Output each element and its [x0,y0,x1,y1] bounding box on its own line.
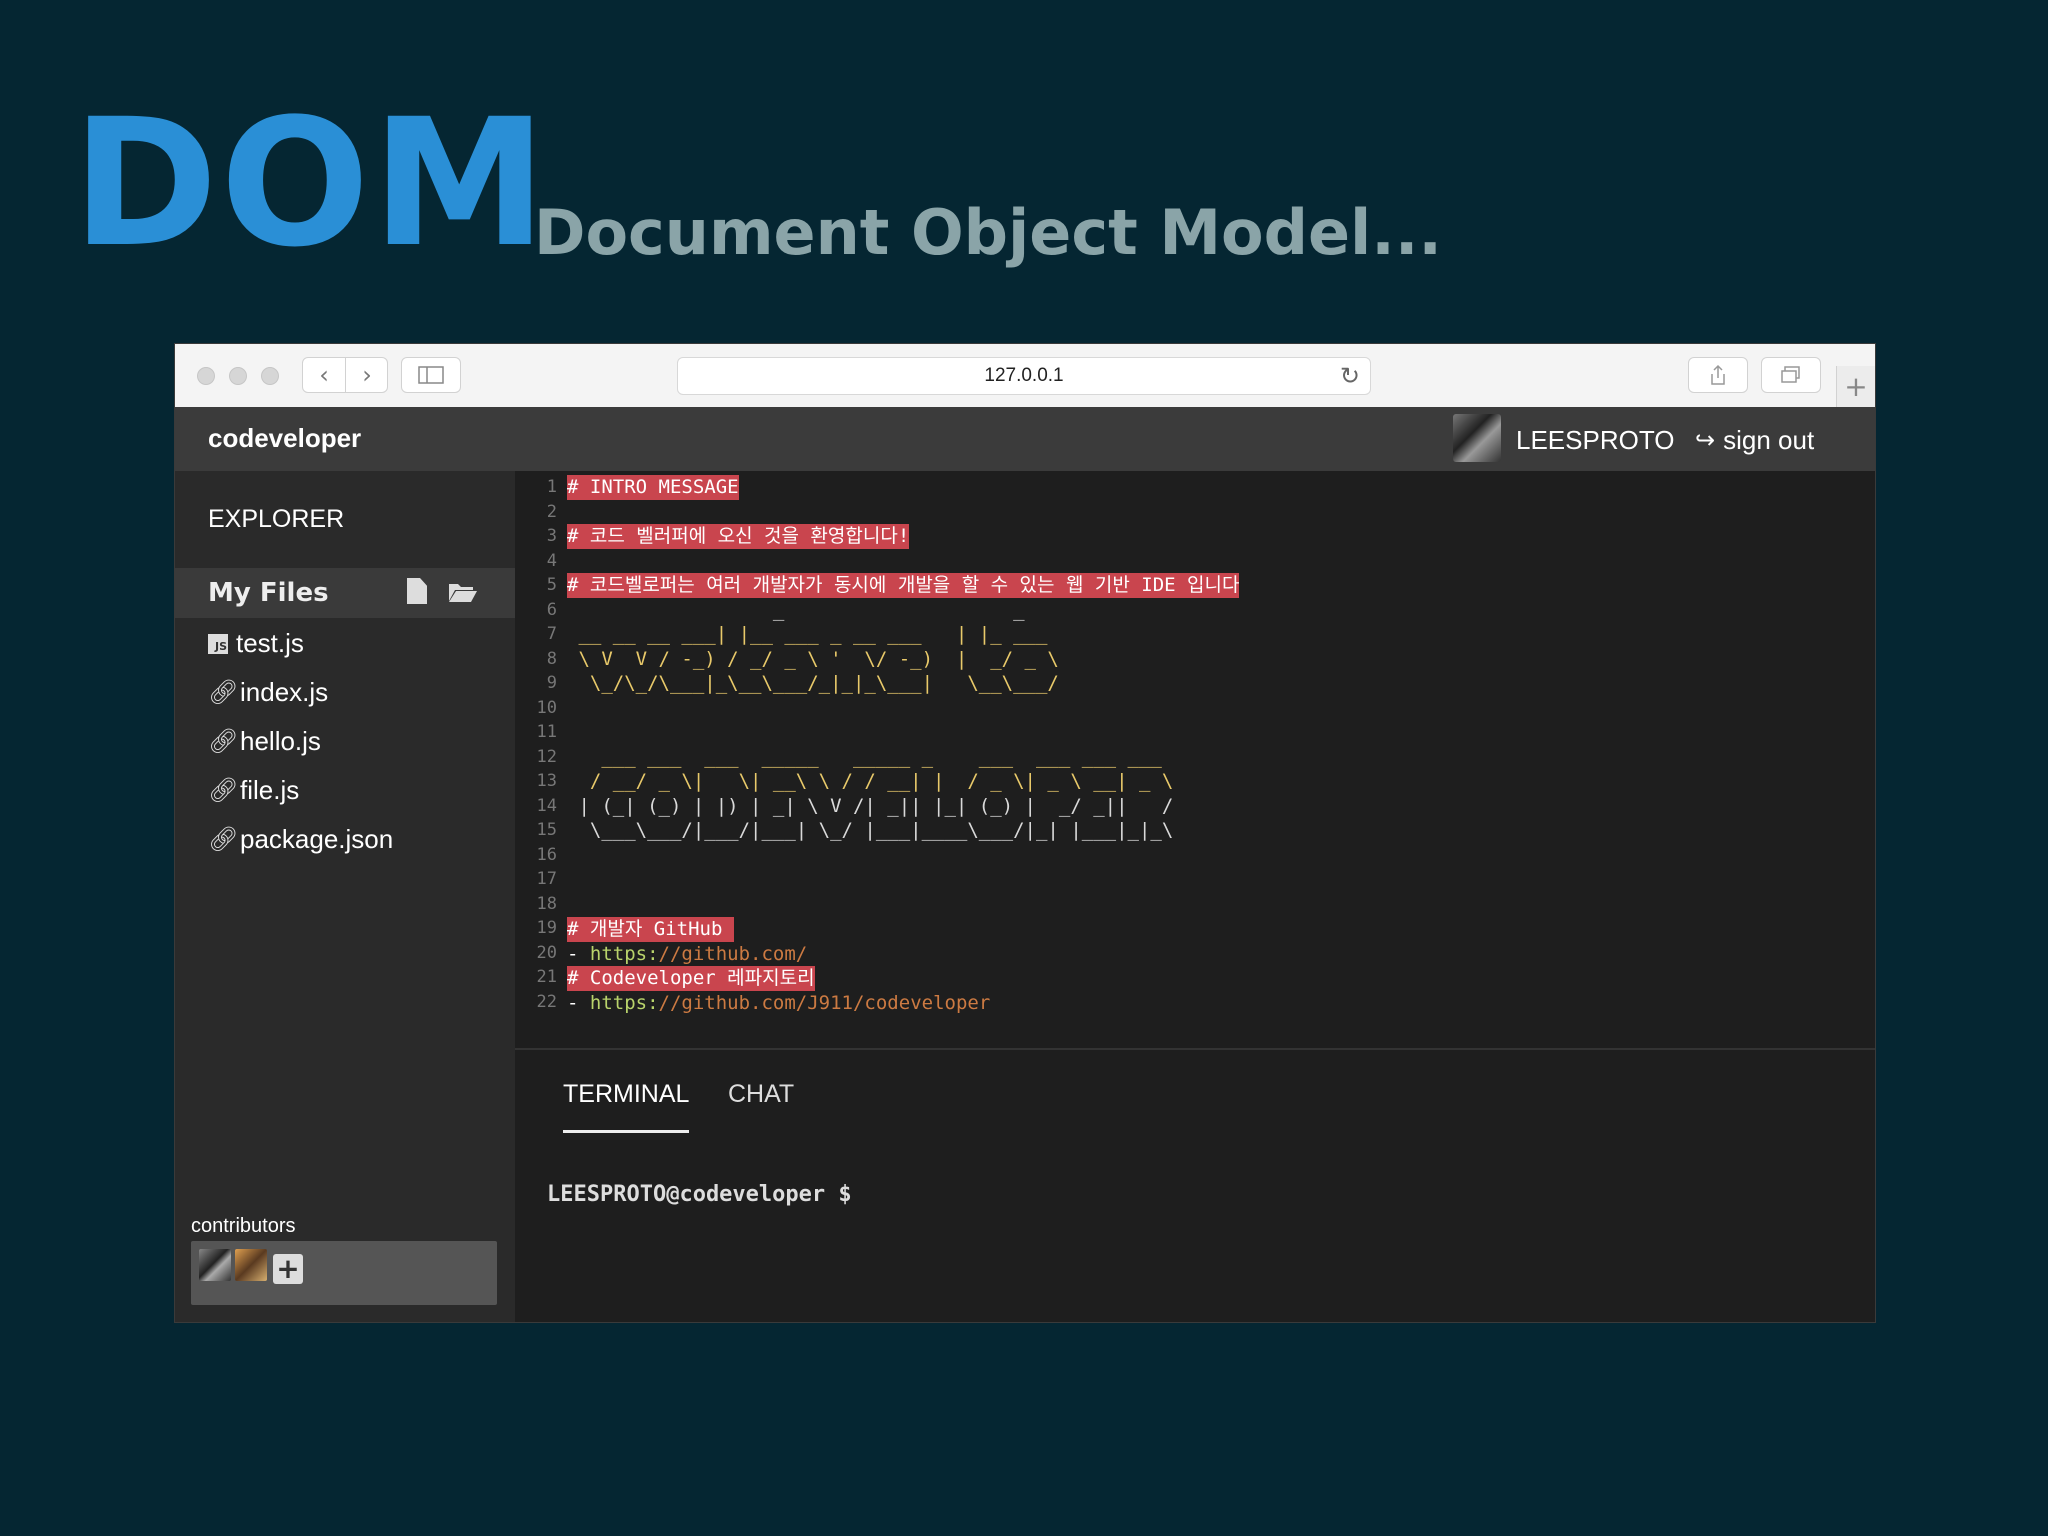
file-name: hello.js [240,726,321,756]
plus-icon: + [276,1252,300,1285]
link-icon: 🔗︎ [208,679,239,706]
new-file-icon[interactable] [407,578,427,604]
code-line: - https://github.com/ [567,943,808,965]
bottom-panel: TERMINAL CHAT LEESPROTO@codeveloper $ [515,1050,1875,1322]
minimize-window-button[interactable] [229,367,247,385]
chevron-left-icon: ‹ [319,361,329,389]
sidebar-icon [418,366,444,384]
brand-logo[interactable]: codeveloper [208,423,361,454]
code-line: # INTRO MESSAGE [567,475,739,500]
ascii-art-line: \___\___/|___/|___| \_/ |___|____\___/|_… [567,819,1174,841]
code-editor[interactable]: 1 2 3 4 5 6 7 8 9 10 11 12 13 14 15 16 17 18 19 20 21 22 # IN… [515,471,1875,1050]
file-item-package-json[interactable]: 🔗︎ package.json [175,815,515,864]
tabs-icon [1781,366,1800,383]
new-folder-icon[interactable] [448,581,478,603]
sidebar-toggle-button[interactable] [401,357,461,393]
chevron-right-icon: › [362,361,372,389]
ascii-art-line: | (_| (_) | |) | _| \ V /| _|| |_| (_) |… [567,795,1174,817]
slide-title: DOM [72,81,549,286]
share-button[interactable] [1688,357,1748,393]
close-window-button[interactable] [197,367,215,385]
contributors-list: + [191,1241,497,1305]
sidebar: EXPLORER My Files JS test.js 🔗︎ index.js… [175,471,515,1322]
code-line: - https://github.com/J911/codeveloper [567,992,991,1014]
line-number: 2 [546,501,557,522]
ascii-art-line: / __/ _ \| \| __\ \ / / __| | / _ \| _ \… [567,770,1174,792]
browser-toolbar: ‹ › 127.0.0.1 ↻ + [175,344,1875,408]
ascii-art-line: \_/\_/\___|_\__\___/_|_|_\___| \__\___/ [567,672,1059,694]
ascii-art-line: __ __ __ ___| |__ ___ _ __ ___ | |_ ___ [567,623,1048,645]
code-line: # Codeveloper 레파지토리 [567,966,815,991]
file-item-hello-js[interactable]: 🔗︎ hello.js [175,717,515,766]
forward-button[interactable]: › [345,358,388,392]
tab-terminal[interactable]: TERMINAL [563,1080,689,1109]
code-line: # 코드벨로퍼는 여러 개발자가 동시에 개발을 할 수 있는 웹 기반 IDE… [567,573,1240,598]
sign-out-button[interactable]: ↪ sign out [1695,425,1814,456]
line-number: 17 [536,869,557,889]
history-nav: ‹ › [302,357,388,393]
my-files-label: My Files [208,578,329,608]
ascii-art-line: _ _ [567,599,1025,621]
file-name: index.js [240,677,329,707]
share-icon [1711,364,1725,385]
file-name: package.json [240,824,394,854]
line-number: 10 [536,697,557,718]
new-tab-button[interactable]: + [1836,366,1875,407]
line-number: 11 [536,722,557,742]
ascii-art-line: \ V V / -_) / _/ _ \ ' \/ -_) | _/ _ \ [567,648,1059,670]
back-button[interactable]: ‹ [303,358,345,392]
app-header: codeveloper LEESPROTO ↪ sign out [175,407,1875,471]
file-item-file-js[interactable]: 🔗︎ file.js [175,766,515,815]
user-avatar[interactable] [1453,414,1501,462]
link-icon: 🔗︎ [208,826,239,853]
terminal-prompt[interactable]: LEESPROTO@codeveloper $ [547,1182,852,1207]
sign-out-icon: ↪ [1695,427,1716,454]
file-name: test.js [236,628,304,658]
explorer-heading: EXPLORER [208,505,345,533]
zoom-window-button[interactable] [261,367,279,385]
reload-icon[interactable]: ↻ [1340,362,1360,391]
sign-out-label: sign out [1723,425,1815,455]
js-file-icon: JS [208,633,228,654]
plus-icon: + [1844,370,1868,403]
line-number: 4 [546,550,557,571]
tab-chat[interactable]: CHAT [728,1080,794,1109]
link-icon: 🔗︎ [208,728,239,755]
ascii-art-line: ___ ___ ___ _____ _____ _ ___ ___ ___ __… [567,746,1162,768]
contributor-avatar[interactable] [235,1249,267,1281]
code-line: # 코드 벨러퍼에 오신 것을 환영합니다! [567,524,910,549]
contributors-label: contributors [191,1215,296,1237]
url-text: 127.0.0.1 [984,365,1064,386]
code-line: # 개발자 GitHub [567,917,734,942]
add-contributor-button[interactable]: + [273,1254,303,1284]
tabs-overview-button[interactable] [1761,357,1821,393]
address-bar[interactable]: 127.0.0.1 ↻ [677,357,1371,395]
contributor-avatar[interactable] [199,1249,231,1281]
active-tab-indicator [563,1130,689,1133]
file-name: file.js [240,775,300,805]
line-number: 18 [536,893,557,914]
link-icon: 🔗︎ [208,777,239,804]
my-files-header: My Files [175,568,515,618]
file-item-index-js[interactable]: 🔗︎ index.js [175,668,515,717]
file-item-test-js[interactable]: JS test.js [175,619,515,668]
browser-window: ‹ › 127.0.0.1 ↻ + codeveloper LEESPROTO … [175,344,1875,1322]
file-list: JS test.js 🔗︎ index.js 🔗︎ hello.js 🔗︎ fi… [175,619,515,864]
line-number: 16 [536,844,557,865]
username[interactable]: LEESPROTO [1516,425,1674,456]
slide-subtitle: Document Object Model... [534,196,1442,269]
